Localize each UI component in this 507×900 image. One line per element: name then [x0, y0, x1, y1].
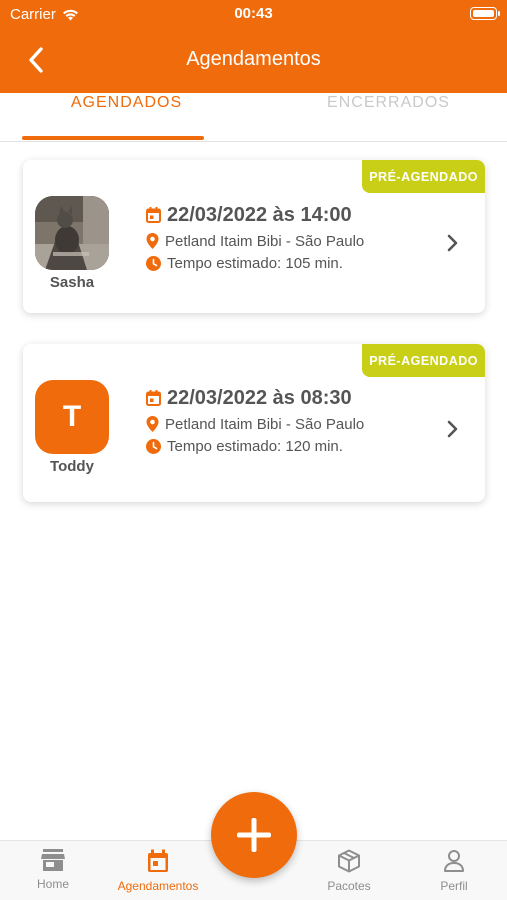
add-appointment-button[interactable]	[211, 792, 297, 878]
page-title: Agendamentos	[186, 48, 321, 70]
chevron-right-icon	[447, 234, 458, 252]
pet-name: Toddy	[50, 458, 94, 475]
tab-agendados[interactable]: AGENDADOS	[0, 93, 253, 141]
nav-pacotes-label: Pacotes	[327, 879, 371, 893]
nav-agendamentos-label: Agendamentos	[117, 879, 199, 893]
location-pin-icon	[146, 233, 159, 249]
appointment-datetime: 22/03/2022 às 14:00	[167, 203, 352, 226]
nav-pacotes[interactable]: Pacotes	[299, 849, 399, 893]
appointment-info: 22/03/2022 às 14:00 Petland Itaim Bibi -…	[146, 200, 364, 274]
open-details-button[interactable]	[445, 232, 461, 254]
appointment-duration-row: Tempo estimado: 105 min.	[146, 252, 364, 274]
clock-icon	[146, 255, 161, 271]
pet-name: Sasha	[49, 274, 95, 291]
open-details-button[interactable]	[445, 418, 461, 440]
appointment-location-row: Petland Itaim Bibi - São Paulo	[146, 413, 364, 435]
calendar-icon	[146, 390, 161, 406]
tab-encerrados[interactable]: ENCERRADOS	[262, 93, 507, 141]
pet-photo-image	[35, 196, 109, 270]
package-icon	[338, 849, 360, 873]
nav-perfil-label: Perfil	[440, 879, 468, 893]
nav-home-label: Home	[36, 877, 69, 891]
appointment-location: Petland Itaim Bibi - São Paulo	[165, 415, 365, 433]
store-icon	[41, 849, 65, 871]
nav-agendamentos[interactable]: Agendamentos	[108, 849, 208, 893]
appointment-card[interactable]: PRÉ-AGENDADO Sasha 22/03/2022 às 14:00 P…	[23, 160, 485, 313]
calendar-icon	[146, 207, 161, 223]
status-badge: PRÉ-AGENDADO	[362, 344, 485, 377]
pet-avatar-block: T Toddy	[35, 380, 109, 475]
appointment-location: Petland Itaim Bibi - São Paulo	[165, 232, 365, 250]
appointments-screen: Carrier 00:43 Agendamentos AGENDADOS ENC…	[0, 0, 507, 900]
appointment-datetime: 22/03/2022 às 08:30	[167, 386, 352, 409]
person-icon	[444, 850, 464, 872]
appointment-datetime-row: 22/03/2022 às 08:30	[146, 383, 364, 413]
tab-encerrados-label: ENCERRADOS	[327, 94, 450, 111]
appointment-info: 22/03/2022 às 08:30 Petland Itaim Bibi -…	[146, 383, 364, 457]
location-pin-icon	[146, 416, 159, 432]
status-time: 00:43	[234, 5, 273, 22]
tab-agendados-label: AGENDADOS	[70, 94, 183, 111]
appointment-duration-row: Tempo estimado: 120 min.	[146, 435, 364, 457]
active-tab-indicator	[22, 136, 204, 140]
tab-bar: AGENDADOS ENCERRADOS	[0, 93, 507, 142]
appointment-datetime-row: 22/03/2022 às 14:00	[146, 200, 364, 230]
pet-avatar-photo	[35, 196, 109, 270]
appointment-duration: Tempo estimado: 105 min.	[167, 254, 343, 272]
plus-icon	[237, 818, 271, 852]
chevron-right-icon	[447, 420, 458, 438]
pet-avatar-letter: T	[35, 380, 109, 454]
nav-perfil[interactable]: Perfil	[404, 849, 504, 893]
appointment-duration: Tempo estimado: 120 min.	[167, 437, 343, 455]
app-header: Carrier 00:43 Agendamentos	[0, 0, 507, 93]
clock-icon	[146, 438, 161, 454]
appointment-card[interactable]: PRÉ-AGENDADO T Toddy 22/03/2022 às 08:30	[23, 344, 485, 502]
status-bar: Carrier 00:43	[0, 0, 507, 28]
appointment-location-row: Petland Itaim Bibi - São Paulo	[146, 230, 364, 252]
pet-avatar-block: Sasha	[35, 196, 109, 291]
calendar-icon	[148, 849, 168, 872]
status-badge: PRÉ-AGENDADO	[362, 160, 485, 193]
nav-home[interactable]: Home	[3, 849, 103, 891]
battery-icon	[470, 7, 500, 20]
